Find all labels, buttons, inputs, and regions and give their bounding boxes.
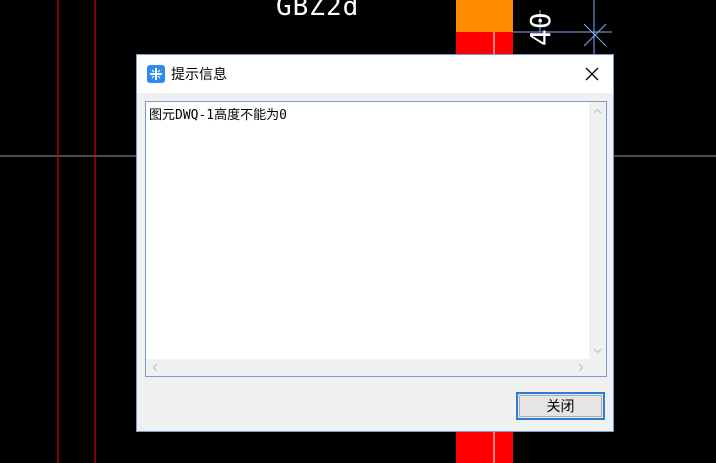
scroll-down-icon[interactable]: [589, 342, 606, 359]
message-textbox[interactable]: 图元DWQ-1高度不能为0: [145, 101, 607, 377]
scroll-up-icon[interactable]: [589, 102, 606, 119]
vertical-scrollbar[interactable]: [589, 102, 606, 359]
message-dialog: 提示信息 图元DWQ-1高度不能为0 关闭: [136, 54, 614, 432]
dialog-titlebar[interactable]: 提示信息: [137, 55, 613, 93]
cad-red-column-bottom: [456, 432, 513, 463]
message-text: 图元DWQ-1高度不能为0: [149, 108, 287, 123]
scroll-right-icon[interactable]: [572, 359, 589, 376]
cad-text-rotated: 40: [524, 12, 557, 46]
close-icon[interactable]: [579, 62, 605, 86]
close-button[interactable]: 关闭: [516, 392, 605, 420]
app-logo-icon: [147, 65, 165, 83]
dialog-title: 提示信息: [171, 67, 227, 83]
close-button-label: 关闭: [546, 399, 575, 415]
cad-text-gbz: GBZ2d: [276, 0, 360, 22]
scroll-left-icon[interactable]: [146, 359, 163, 376]
cad-orange-block: [456, 0, 513, 32]
scrollbar-corner: [589, 359, 606, 376]
horizontal-scrollbar[interactable]: [146, 359, 589, 376]
